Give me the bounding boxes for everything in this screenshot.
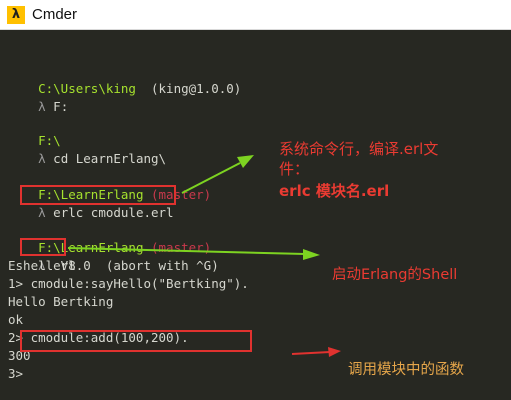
terminal-line: 3> bbox=[8, 366, 24, 381]
lambda-prompt: λ bbox=[38, 205, 46, 220]
git-branch: (master) bbox=[143, 240, 212, 255]
terminal-line: λ F: bbox=[8, 80, 68, 114]
title-bar: λ Cmder bbox=[0, 0, 511, 30]
annotation-compile-line3: erlc 模块名.erl bbox=[279, 182, 390, 200]
lambda-prompt: λ bbox=[38, 151, 46, 166]
lambda-prompt: λ bbox=[38, 99, 46, 114]
terminal-line: Eshell V8.0 (abort with ^G) bbox=[8, 258, 219, 273]
command-text: cd LearnErlang\ bbox=[45, 151, 167, 166]
annotation-call: 调用模块中的函数 bbox=[348, 362, 464, 378]
window-title: Cmder bbox=[32, 6, 78, 23]
cmder-lambda-icon: λ bbox=[7, 6, 25, 24]
highlight-box-erl bbox=[20, 238, 66, 256]
prompt-info: (king@1.0.0) bbox=[135, 81, 242, 96]
terminal-line: ok bbox=[8, 312, 24, 327]
annotation-shell: 启动Erlang的Shell bbox=[332, 267, 458, 283]
annotation-compile-line1: 系统命令行，编译.erl文 bbox=[279, 140, 439, 158]
terminal-line: λ cd LearnErlang\ bbox=[8, 132, 166, 166]
terminal-line: 1> cmodule:sayHello("Bertking"). bbox=[8, 276, 249, 291]
terminal-line: F:\LearnErlang (master) bbox=[8, 221, 211, 255]
terminal-line: C:\Users\king (king@1.0.0) bbox=[8, 62, 241, 96]
highlight-box-erlc bbox=[20, 185, 176, 205]
command-text: F: bbox=[45, 99, 69, 114]
terminal-line: Hello Bertking bbox=[8, 294, 114, 309]
terminal-line: F:\LearnErlang (master) bbox=[8, 168, 211, 202]
annotation-compile-line2: 件： bbox=[279, 160, 310, 178]
terminal-line: F:\ bbox=[8, 114, 61, 148]
command-text: erlc cmodule.erl bbox=[45, 205, 174, 220]
highlight-box-add bbox=[20, 330, 252, 352]
